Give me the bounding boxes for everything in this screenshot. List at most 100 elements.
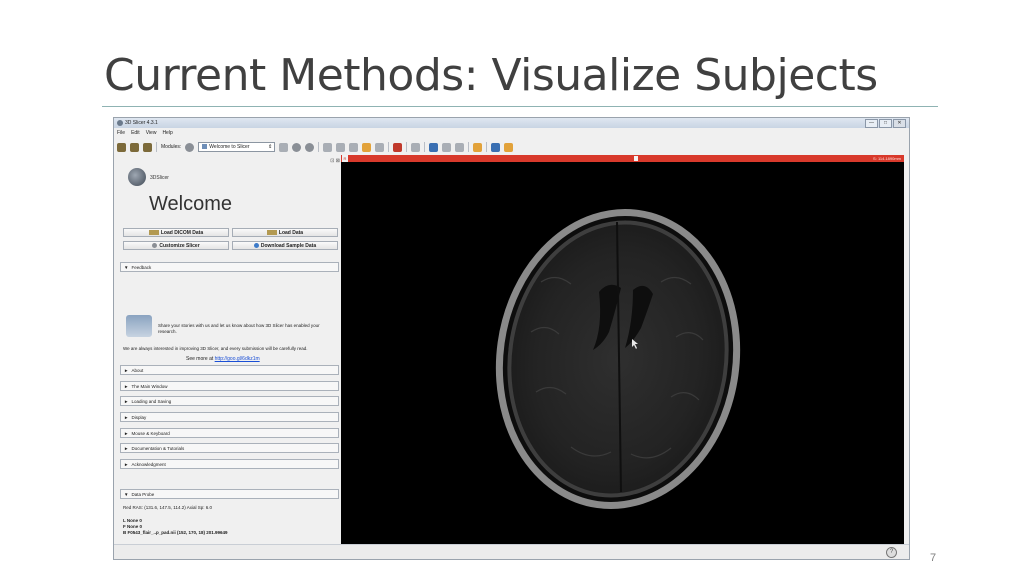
menu-edit[interactable]: Edit — [131, 130, 140, 136]
section-loading-saving[interactable]: ► Loading and Saving — [120, 396, 339, 406]
axial-brain-mri-image — [495, 209, 741, 509]
data-module-icon[interactable] — [323, 142, 333, 152]
module-selector-arrow-icon: ⇕ — [268, 144, 273, 150]
probe-background-layer: B F0543_flair_..p_pad.nii (152, 170, 18)… — [123, 530, 228, 535]
minimize-button[interactable]: — — [865, 119, 878, 128]
collapsed-arrow-icon: ► — [124, 431, 129, 436]
feedback-link[interactable]: http://goo.gl/6dkz1m — [215, 356, 260, 362]
slicer-logo-icon — [128, 168, 146, 186]
window-titlebar[interactable]: 3D Slicer 4.3.1 — □ ✕ — [114, 118, 909, 128]
menu-view[interactable]: View — [146, 130, 157, 136]
editor-module-icon[interactable] — [375, 142, 385, 152]
slice-offset-value: S: 114.1890mm — [873, 156, 901, 161]
welcome-module-icon — [202, 144, 208, 150]
collapsed-arrow-icon: ► — [124, 415, 129, 420]
slicer-window: 3D Slicer 4.3.1 — □ ✕ File Edit View Hel… — [113, 117, 910, 560]
section-display-label: Display — [131, 415, 147, 420]
section-acknowledgment[interactable]: ► Acknowledgment — [120, 459, 339, 469]
python-console-icon[interactable] — [504, 142, 514, 152]
customize-label: Customize Slicer — [159, 243, 200, 249]
section-acknowledgment-label: Acknowledgment — [131, 462, 166, 467]
probe-label-layer: L None 0 — [123, 518, 142, 523]
view-options-icon[interactable] — [411, 142, 421, 152]
collapsed-arrow-icon: ► — [124, 399, 129, 404]
load-data-button[interactable]: Load Data — [232, 228, 338, 237]
section-documentation[interactable]: ► Documentation & Tutorials — [120, 443, 339, 453]
section-data-probe-label: Data Probe — [131, 492, 155, 497]
section-about[interactable]: ► About — [120, 365, 339, 375]
back-arrow-icon[interactable] — [292, 142, 302, 152]
load-dicom-button[interactable]: Load DICOM Data — [123, 228, 229, 237]
data-icon — [266, 230, 277, 236]
section-mouse-keyboard[interactable]: ► Mouse & Keyboard — [120, 428, 339, 438]
collapsed-arrow-icon: ► — [124, 462, 129, 467]
toolbar-separator — [406, 142, 408, 152]
maximize-button[interactable]: □ — [879, 119, 892, 128]
probe-foreground-layer: F None 0 — [123, 524, 143, 529]
expanded-arrow-icon: ▼ — [124, 492, 129, 497]
modules-label: Modules: — [161, 144, 182, 150]
load-dicom-toolbar-icon[interactable] — [130, 142, 139, 152]
section-display[interactable]: ► Display — [120, 412, 339, 422]
section-data-probe[interactable]: ▼ Data Probe — [120, 489, 339, 499]
see-more-label: See more at — [186, 356, 214, 362]
customize-slicer-button[interactable]: Customize Slicer — [123, 241, 229, 250]
close-button[interactable]: ✕ — [893, 119, 906, 128]
load-data-label: Load Data — [278, 230, 304, 236]
module-search-icon[interactable] — [185, 142, 195, 152]
section-main-window[interactable]: ► The Main Window — [120, 381, 339, 391]
models-module-icon[interactable] — [349, 142, 359, 152]
status-bar: ? — [114, 544, 909, 559]
save-toolbar-icon[interactable] — [143, 142, 152, 152]
toolbar-separator — [486, 142, 488, 152]
collapsed-arrow-icon: ► — [124, 446, 129, 451]
toolbar-separator — [318, 142, 320, 152]
scene-views-icon[interactable] — [442, 142, 452, 152]
window-title: 3D Slicer 4.3.1 — [125, 120, 158, 126]
section-main-window-label: The Main Window — [131, 384, 168, 389]
slice-slider-handle[interactable] — [634, 156, 638, 161]
feedback-note: We are always interested in improving 3D… — [123, 346, 308, 351]
expanded-arrow-icon: ▼ — [124, 265, 129, 270]
panel-float-close-icons[interactable]: ⊡ ⊠ — [330, 158, 340, 164]
collapsed-arrow-icon: ► — [124, 384, 129, 389]
menu-bar: File Edit View Help — [117, 130, 173, 136]
feedback-icon — [126, 315, 152, 337]
error-log-icon[interactable]: ? — [886, 547, 897, 558]
download-sample-label: Download Sample Data — [260, 243, 317, 249]
load-data-toolbar-icon[interactable] — [117, 142, 126, 152]
window-controls: — □ ✕ — [865, 119, 906, 128]
title-divider — [102, 106, 938, 107]
globe-icon — [253, 243, 259, 249]
dicom-icon — [148, 230, 159, 236]
probe-ras-line: Red RAS: (131.6, 147.5, 114.2) Axial Sp:… — [123, 505, 212, 510]
feedback-text: Share your stories with us and let us kn… — [158, 323, 320, 334]
mouse-mode-icon[interactable] — [455, 142, 465, 152]
toolbar-separator — [156, 142, 157, 152]
slicer-app-icon — [117, 120, 123, 126]
module-panel: ⊡ ⊠ 3DSlicer Welcome Load DICOM Data Loa… — [120, 158, 340, 554]
screenshot-icon[interactable] — [429, 142, 439, 152]
slice-view-tag[interactable]: R — [342, 155, 348, 162]
volumes-module-icon[interactable] — [336, 142, 346, 152]
section-mouse-keyboard-label: Mouse & Keyboard — [131, 431, 170, 436]
module-history-icon[interactable] — [279, 142, 289, 152]
forward-arrow-icon[interactable] — [305, 142, 315, 152]
menu-file[interactable]: File — [117, 130, 125, 136]
slice-offset-slider[interactable]: R S: 114.1890mm — [341, 155, 904, 162]
download-sample-data-button[interactable]: Download Sample Data — [232, 241, 338, 250]
crosshair-icon[interactable] — [473, 142, 483, 152]
toolbar-separator — [424, 142, 426, 152]
extension-manager-icon[interactable] — [491, 142, 501, 152]
section-loading-saving-label: Loading and Saving — [131, 399, 172, 404]
module-selector[interactable]: Welcome to Slicer ⇕ — [198, 142, 276, 152]
menu-help[interactable]: Help — [162, 130, 172, 136]
collapsed-arrow-icon: ► — [124, 368, 129, 373]
section-feedback[interactable]: ▼ Feedback — [120, 262, 339, 272]
transforms-module-icon[interactable] — [362, 142, 372, 152]
red-slice-viewer[interactable]: R S: 114.1890mm — [341, 155, 904, 544]
toolbar-separator — [388, 142, 390, 152]
section-documentation-label: Documentation & Tutorials — [131, 446, 185, 451]
layout-icon[interactable] — [393, 142, 403, 152]
feedback-see-more: See more at http://goo.gl/6dkz1m — [186, 356, 260, 362]
